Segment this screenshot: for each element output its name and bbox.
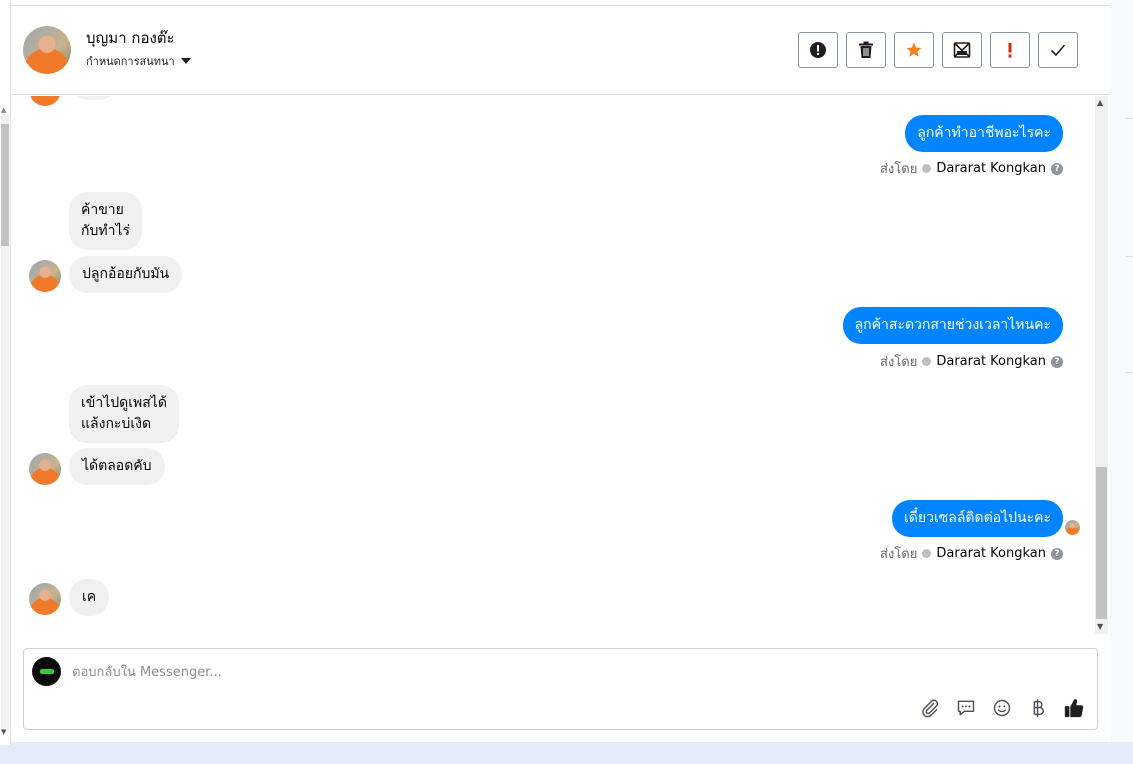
message-line: กับทำไร่ <box>81 223 131 239</box>
important-icon <box>810 42 826 58</box>
conversation-header: บุญมา กองต๊ะ กำหนดการสนทนา <box>11 6 1110 95</box>
message-bubble-incoming[interactable]: ปลูกอ้อยกับมัน <box>69 256 183 293</box>
help-icon[interactable]: ? <box>1051 547 1063 560</box>
message-bubble-outgoing[interactable]: ลูกค้าสะดวกสายช่วงเวลาไหนคะ <box>842 307 1063 344</box>
conversation-actions <box>798 32 1078 68</box>
message-bubble-incoming[interactable]: เข้าไปดูเพสได้ แล้งกะบ่เงิด <box>69 385 179 443</box>
message-line: ค้าขาย <box>81 202 124 218</box>
message-bubble-incoming[interactable]: เค <box>69 579 110 616</box>
saved-reply-icon <box>957 700 975 716</box>
sent-by-label: ส่งโดย <box>880 162 918 177</box>
emoji-button[interactable] <box>991 697 1013 719</box>
contact-avatar-small <box>29 96 61 106</box>
left-panel-edge: ▲ ▼ <box>0 0 11 745</box>
thread-scrollbar[interactable]: ▲ ▼ <box>1095 96 1108 634</box>
message-bubble-outgoing[interactable]: ลูกค้าทำอาชีพอะไรคะ <box>905 115 1063 152</box>
saved-replies-button[interactable] <box>955 697 977 719</box>
scroll-up-arrow[interactable]: ▲ <box>1097 98 1103 107</box>
message-bubble-incoming[interactable]: ได้ตลอดคับ <box>69 448 165 485</box>
message-bubble-incoming[interactable]: ค้าขาย กับทำไร่ <box>69 192 143 250</box>
contact-avatar-small <box>29 453 61 485</box>
scroll-down-arrow[interactable]: ▼ <box>1097 622 1103 631</box>
conversation-schedule-label: กำหนดการสนทนา <box>86 55 175 68</box>
sent-by-line: ส่งโดย Dararat Kongkan ? <box>880 158 1063 179</box>
reply-input[interactable] <box>72 661 972 683</box>
sent-check-icon <box>922 357 932 366</box>
payment-button[interactable] <box>1027 697 1049 719</box>
message-bubble-outgoing[interactable]: เดี๋ยวเซลล์ติดต่อไปนะคะ <box>892 500 1063 537</box>
baht-payment-icon <box>1033 699 1044 718</box>
sent-check-icon <box>922 164 932 173</box>
star-icon <box>906 42 922 57</box>
divider <box>1126 118 1133 119</box>
reply-composer <box>23 648 1098 730</box>
mark-done-button[interactable] <box>1038 32 1078 68</box>
right-panel-edge <box>1110 0 1133 742</box>
contact-avatar-small <box>29 583 61 615</box>
spam-icon <box>1008 43 1012 58</box>
help-icon[interactable]: ? <box>1051 355 1063 368</box>
sent-by-line: ส่งโดย Dararat Kongkan ? <box>880 351 1063 372</box>
divider <box>1126 256 1133 257</box>
conversation-schedule-dropdown[interactable]: กำหนดการสนทนา <box>86 52 191 70</box>
like-icon <box>1064 699 1084 718</box>
trash-icon <box>859 41 873 58</box>
contact-name[interactable]: บุญมา กองต๊ะ <box>86 26 175 50</box>
left-scroll-down-arrow[interactable]: ▼ <box>1 728 6 736</box>
delete-button[interactable] <box>846 32 886 68</box>
sent-check-icon <box>922 549 932 558</box>
conversation-panel: บุญมา กองต๊ะ กำหนดการสนทนา ลูกค้าทำอาชีพ… <box>11 0 1110 742</box>
caret-down-icon <box>180 58 191 64</box>
help-icon[interactable]: ? <box>1051 162 1063 175</box>
done-check-icon <box>1050 44 1066 57</box>
message-thread[interactable]: ลูกค้าทำอาชีพอะไรคะ ส่งโดย Dararat Kongk… <box>11 96 1097 636</box>
sent-by-line: ส่งโดย Dararat Kongkan ? <box>880 543 1063 564</box>
page-avatar <box>32 657 61 686</box>
agent-name: Dararat Kongkan <box>936 354 1046 369</box>
sent-by-label: ส่งโดย <box>880 355 918 370</box>
mark-unread-button[interactable] <box>942 32 982 68</box>
left-scrollbar-thumb[interactable] <box>1 124 9 246</box>
sent-by-label: ส่งโดย <box>880 547 918 562</box>
like-button[interactable] <box>1063 697 1085 719</box>
contact-avatar-small <box>29 260 61 292</box>
divider <box>1126 372 1133 373</box>
agent-name: Dararat Kongkan <box>936 546 1046 561</box>
mark-unread-icon <box>953 42 971 58</box>
contact-avatar[interactable] <box>23 26 71 74</box>
seen-receipt-avatar <box>1065 520 1080 535</box>
composer-tools <box>919 697 1085 719</box>
mark-important-button[interactable] <box>798 32 838 68</box>
mark-spam-button[interactable] <box>990 32 1030 68</box>
message-line: แล้งกะบ่เงิด <box>81 416 152 432</box>
attach-icon <box>922 699 938 718</box>
thread-scrollbar-thumb[interactable] <box>1096 467 1107 619</box>
left-scroll-up-arrow[interactable]: ▲ <box>1 106 6 114</box>
message-line: เข้าไปดูเพสได้ <box>81 395 167 411</box>
attach-button[interactable] <box>919 697 941 719</box>
emoji-icon <box>993 699 1011 717</box>
star-button[interactable] <box>894 32 934 68</box>
message-bubble-incoming[interactable] <box>69 96 117 100</box>
agent-name: Dararat Kongkan <box>936 161 1046 176</box>
